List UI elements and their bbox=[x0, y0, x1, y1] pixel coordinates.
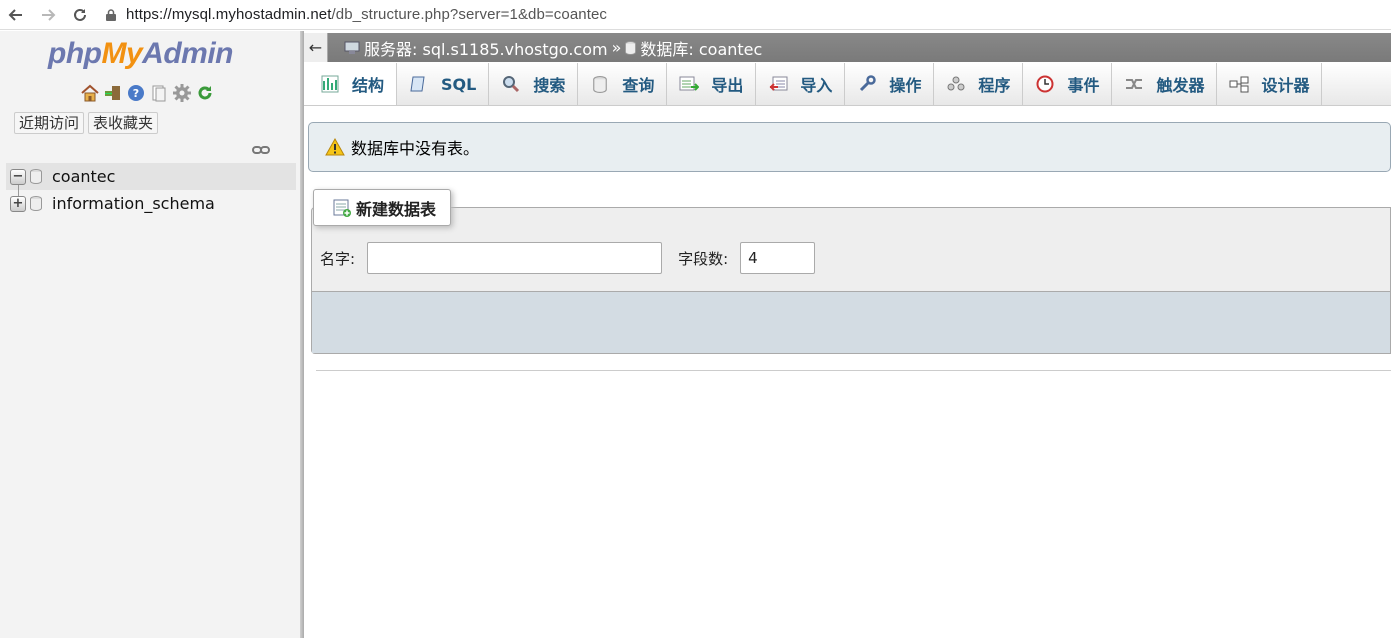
tab-triggers[interactable]: 触发器 bbox=[1112, 63, 1218, 105]
tab-search[interactable]: 搜索 bbox=[489, 63, 579, 105]
tab-label: 设计器 bbox=[1261, 76, 1310, 95]
nav-icon-row: ? bbox=[80, 83, 215, 103]
tab-sql[interactable]: SQL bbox=[397, 63, 490, 105]
phpmyadmin-logo[interactable]: phpMyAdmin bbox=[48, 37, 233, 71]
recent-tables-button[interactable]: 近期访问 bbox=[14, 112, 85, 134]
navigation-panel: phpMyAdmin ? 近期访问 表收藏夹 − coantec + infor… bbox=[0, 31, 300, 638]
table-name-input[interactable] bbox=[367, 242, 663, 274]
tab-label: 程序 bbox=[978, 76, 1011, 95]
svg-text:?: ? bbox=[133, 87, 139, 100]
notice-text: 数据库中没有表。 bbox=[351, 139, 480, 158]
warning-icon bbox=[325, 138, 345, 156]
export-icon bbox=[679, 75, 700, 93]
clock-icon bbox=[1035, 75, 1055, 93]
search-icon bbox=[501, 75, 521, 93]
logo-my: My bbox=[101, 37, 143, 70]
back-button[interactable] bbox=[0, 0, 32, 30]
logo-admin: Admin bbox=[142, 37, 233, 70]
column-count-label: 字段数: bbox=[678, 249, 729, 268]
refresh-icon[interactable] bbox=[195, 83, 215, 103]
no-tables-notice: 数据库中没有表。 bbox=[308, 122, 1391, 172]
tab-label: 结构 bbox=[352, 76, 385, 95]
forward-arrow-icon bbox=[42, 8, 56, 21]
create-table-footer bbox=[312, 291, 1390, 353]
tab-label: 操作 bbox=[889, 76, 922, 95]
breadcrumb-separator: » bbox=[611, 38, 622, 57]
designer-icon bbox=[1229, 75, 1249, 93]
main-panel: ← 服务器: sql.s1185.vhostgo.com » 数据库: coan… bbox=[304, 31, 1391, 638]
database-icon bbox=[30, 169, 42, 184]
create-table-form: 名字: 字段数: 4 bbox=[320, 242, 816, 274]
routines-icon bbox=[946, 75, 966, 93]
help-icon[interactable]: ? bbox=[126, 83, 146, 103]
create-table-legend: 新建数据表 bbox=[313, 189, 452, 226]
tabs-filler bbox=[1322, 63, 1391, 105]
documentation-icon[interactable] bbox=[149, 83, 169, 103]
column-count-input[interactable]: 4 bbox=[740, 242, 816, 274]
tab-export[interactable]: 导出 bbox=[667, 63, 757, 105]
browser-toolbar: https://mysql.myhostadmin.net/db_structu… bbox=[0, 0, 1391, 30]
tab-label: SQL bbox=[441, 74, 477, 94]
tab-designer[interactable]: 设计器 bbox=[1217, 63, 1323, 105]
home-icon[interactable] bbox=[80, 83, 100, 103]
database-name[interactable]: information_schema bbox=[52, 194, 215, 213]
trigger-icon bbox=[1124, 75, 1144, 93]
wrench-icon bbox=[857, 75, 877, 93]
new-table-icon bbox=[333, 199, 351, 217]
tab-import[interactable]: 导入 bbox=[756, 63, 846, 105]
link-with-main-panel-icon[interactable] bbox=[252, 143, 270, 154]
reload-button[interactable] bbox=[64, 0, 96, 30]
tab-label: 事件 bbox=[1067, 76, 1100, 95]
tab-structure[interactable]: 结构 bbox=[308, 63, 398, 105]
database-icon bbox=[30, 196, 42, 211]
url-path: /db_structure.php?server=1&db=coantec bbox=[331, 6, 608, 23]
database-tree: − coantec + information_schema bbox=[6, 163, 296, 217]
tab-events[interactable]: 事件 bbox=[1023, 63, 1113, 105]
reload-icon bbox=[74, 8, 86, 21]
divider bbox=[316, 370, 1391, 371]
tree-item-coantec[interactable]: − coantec bbox=[6, 163, 296, 201]
table-name-label: 名字: bbox=[320, 249, 356, 268]
tab-label: 查询 bbox=[622, 76, 655, 95]
main-tabs: 结构 SQL 搜索 查询 导出 导入 操作 程序 事件 触发器 设计器 bbox=[304, 63, 1391, 106]
logout-icon[interactable] bbox=[103, 83, 123, 103]
tab-label: 搜索 bbox=[533, 76, 566, 95]
tab-operations[interactable]: 操作 bbox=[845, 63, 935, 105]
create-table-fieldset bbox=[311, 207, 1391, 354]
back-arrow-icon bbox=[8, 8, 22, 21]
forward-button[interactable] bbox=[32, 0, 64, 30]
settings-gear-icon[interactable] bbox=[172, 83, 192, 103]
breadcrumb-server[interactable]: 服务器: sql.s1185.vhostgo.com bbox=[364, 36, 608, 60]
favorite-tables-button[interactable]: 表收藏夹 bbox=[88, 112, 159, 134]
database-name[interactable]: coantec bbox=[52, 167, 115, 186]
structure-icon bbox=[320, 75, 340, 93]
sql-icon bbox=[409, 75, 429, 93]
legend-text: 新建数据表 bbox=[356, 199, 437, 219]
tab-label: 触发器 bbox=[1156, 76, 1205, 95]
address-bar[interactable]: https://mysql.myhostadmin.net/db_structu… bbox=[104, 0, 607, 30]
tab-label: 导出 bbox=[711, 76, 744, 95]
breadcrumb: ← 服务器: sql.s1185.vhostgo.com » 数据库: coan… bbox=[304, 33, 1391, 62]
logo-php: php bbox=[48, 37, 102, 70]
tab-routines[interactable]: 程序 bbox=[934, 63, 1024, 105]
import-icon bbox=[768, 75, 788, 93]
nav-quick-buttons: 近期访问 表收藏夹 bbox=[14, 112, 159, 134]
tree-item-information-schema[interactable]: + information_schema bbox=[6, 190, 296, 217]
url-text: https://mysql.myhostadmin.net/db_structu… bbox=[126, 6, 607, 23]
tab-label: 导入 bbox=[800, 76, 833, 95]
expand-icon[interactable]: + bbox=[10, 195, 26, 212]
server-icon bbox=[344, 41, 360, 54]
url-host: https://mysql.myhostadmin.net bbox=[126, 6, 332, 23]
database-icon bbox=[625, 40, 637, 55]
lock-icon bbox=[104, 8, 118, 22]
collapse-nav-arrow-icon[interactable]: ← bbox=[304, 33, 328, 62]
tab-query[interactable]: 查询 bbox=[578, 63, 668, 105]
collapse-icon[interactable]: − bbox=[10, 168, 26, 185]
breadcrumb-database[interactable]: 数据库: coantec bbox=[640, 36, 762, 60]
query-icon bbox=[590, 75, 610, 93]
